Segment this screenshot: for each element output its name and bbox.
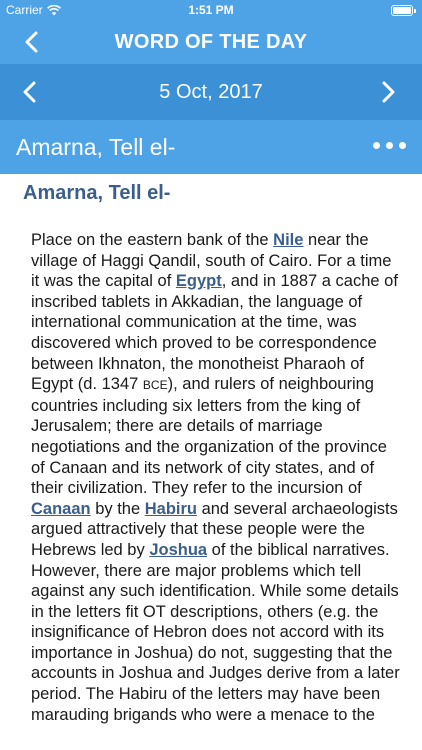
definition-text: of the biblical narratives. However, the… <box>31 540 400 724</box>
navigation-bar: WORD OF THE DAY <box>0 20 422 64</box>
link-joshua[interactable]: Joshua <box>149 541 207 559</box>
date-navigator: 5 Oct, 2017 <box>0 64 422 120</box>
link-nile[interactable]: Nile <box>273 231 303 249</box>
back-chevron-icon[interactable] <box>20 30 44 54</box>
entry-title: Amarna, Tell el- <box>23 182 171 204</box>
more-options-icon[interactable] <box>373 142 406 149</box>
entry-header: Amarna, Tell el- <box>0 120 422 174</box>
battery-icon <box>391 5 416 16</box>
next-day-chevron-icon[interactable] <box>376 80 400 104</box>
entry-content[interactable]: Amarna, Tell el- Place on the eastern ba… <box>0 174 422 750</box>
current-date: 5 Oct, 2017 <box>159 80 263 103</box>
entry-headword: Amarna, Tell el- <box>16 133 176 160</box>
entry-definition: Place on the eastern bank of the Nile ne… <box>31 230 401 725</box>
link-canaan[interactable]: Canaan <box>31 500 91 518</box>
definition-text: ), and rulers of neighbouring countries … <box>31 375 387 498</box>
status-time: 1:51 PM <box>188 3 234 17</box>
definition-text: by the <box>90 499 145 518</box>
previous-day-chevron-icon[interactable] <box>18 80 42 104</box>
status-bar: Carrier 1:51 PM <box>0 0 422 20</box>
link-egypt[interactable]: Egypt <box>176 272 222 290</box>
definition-text: Place on the eastern bank of the <box>31 231 274 249</box>
page-title: WORD OF THE DAY <box>114 30 308 53</box>
era-abbreviation: BCE <box>142 378 168 393</box>
link-habiru[interactable]: Habiru <box>145 500 197 518</box>
